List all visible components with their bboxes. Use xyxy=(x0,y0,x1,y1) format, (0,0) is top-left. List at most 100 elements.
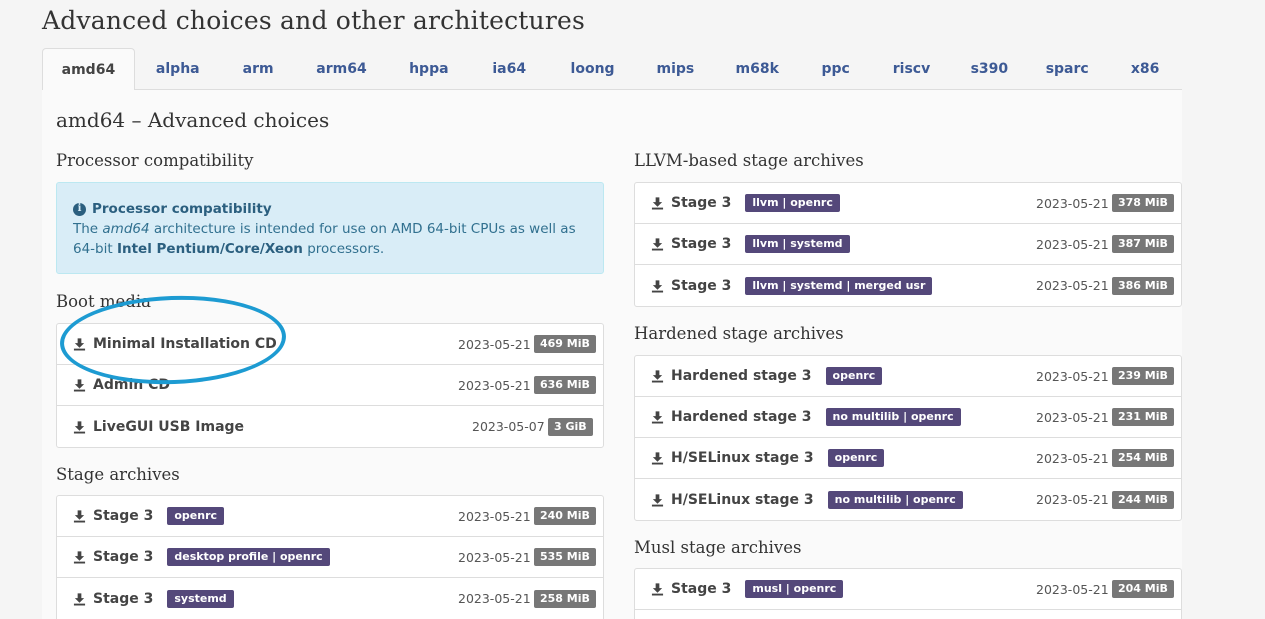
item-name[interactable]: H/SELinux stage 3 xyxy=(671,450,814,466)
list-item[interactable]: Stage 3 openrc 2023-05-21 240 MiB xyxy=(57,496,603,537)
size-badge: 244 MiB xyxy=(1112,490,1174,509)
download-icon xyxy=(73,551,86,564)
list-item[interactable]: Stage 3 musl | openrc 2023-05-21 204 MiB xyxy=(635,569,1181,610)
hardened-archives-list: Hardened stage 3 openrc 2023-05-21 239 M… xyxy=(634,355,1182,521)
list-item[interactable]: Stage 3 llvm | systemd | merged usr 2023… xyxy=(635,265,1181,306)
list-item[interactable]: H/SELinux stage 3 openrc 2023-05-21 254 … xyxy=(635,438,1181,479)
list-item[interactable]: Hardened stage 3 no multilib | openrc 20… xyxy=(635,397,1181,438)
download-icon xyxy=(651,411,664,424)
architecture-tabs: amd64 alpha arm arm64 hppa ia64 loong mi… xyxy=(42,48,1182,91)
item-name[interactable]: Stage 3 xyxy=(93,508,153,524)
alert-text: The xyxy=(73,221,103,237)
item-name[interactable]: H/SELinux stage 3 xyxy=(671,492,814,508)
download-icon xyxy=(73,338,86,351)
tab-amd64[interactable]: amd64 xyxy=(42,48,135,91)
variant-tag: systemd xyxy=(167,589,234,608)
hardened-archives-title: Hardened stage archives xyxy=(634,324,844,343)
item-date: 2023-05-21 xyxy=(458,591,531,606)
size-badge: 204 MiB xyxy=(1112,580,1174,598)
item-name[interactable]: Admin CD xyxy=(93,377,170,393)
tab-alpha[interactable]: alpha xyxy=(135,48,221,90)
size-badge: 254 MiB xyxy=(1112,449,1174,467)
boot-media-title: Boot media xyxy=(56,292,151,311)
download-icon xyxy=(73,592,86,605)
download-icon xyxy=(651,238,664,251)
variant-tag: openrc xyxy=(825,367,883,385)
tab-riscv[interactable]: riscv xyxy=(871,48,953,90)
tab-sparc[interactable]: sparc xyxy=(1026,48,1108,90)
download-icon xyxy=(73,510,86,523)
tab-ppc[interactable]: ppc xyxy=(801,48,871,90)
tab-ia64[interactable]: ia64 xyxy=(470,48,548,90)
item-name[interactable]: Stage 3 xyxy=(671,278,731,294)
list-item[interactable]: LiveGUI USB Image 2023-05-07 3 GiB xyxy=(57,406,603,447)
alert-body: The amd64 architecture is intended for u… xyxy=(73,219,587,259)
stage-archives-list: Stage 3 openrc 2023-05-21 240 MiB Stage … xyxy=(56,495,604,619)
list-item[interactable]: Hardened stage 3 openrc 2023-05-21 239 M… xyxy=(635,356,1181,397)
item-date: 2023-05-21 xyxy=(1036,236,1109,252)
variant-tag: desktop profile | openrc xyxy=(167,548,330,566)
download-icon xyxy=(651,583,664,596)
size-badge: 258 MiB xyxy=(534,589,596,608)
musl-archives-title: Musl stage archives xyxy=(634,538,802,557)
item-date: 2023-05-21 xyxy=(1036,368,1109,384)
item-name[interactable]: Hardened stage 3 xyxy=(671,409,812,425)
item-name[interactable]: Stage 3 xyxy=(671,581,731,597)
stage-archives-title: Stage archives xyxy=(56,465,180,484)
size-badge: 239 MiB xyxy=(1112,367,1174,385)
processor-compat-title: Processor compatibility xyxy=(56,151,254,170)
download-icon xyxy=(73,379,86,392)
list-item[interactable]: Stage 3 systemd 2023-05-21 258 MiB xyxy=(57,578,603,619)
size-badge: 240 MiB xyxy=(534,507,596,525)
tab-mips[interactable]: mips xyxy=(637,48,714,90)
item-date: 2023-05-21 xyxy=(458,377,531,393)
tab-x86[interactable]: x86 xyxy=(1108,48,1182,90)
tab-hppa[interactable]: hppa xyxy=(387,48,470,90)
download-icon xyxy=(651,197,664,210)
item-name[interactable]: Stage 3 xyxy=(93,549,153,565)
tab-s390[interactable]: s390 xyxy=(952,48,1026,90)
processor-compat-alert: i Processor compatibility The amd64 arch… xyxy=(56,182,604,274)
size-badge: 3 GiB xyxy=(548,417,593,436)
alert-text-end: processors. xyxy=(302,241,385,257)
variant-tag: openrc xyxy=(827,449,885,467)
item-name[interactable]: LiveGUI USB Image xyxy=(93,419,244,435)
item-name[interactable]: Stage 3 xyxy=(671,236,731,252)
download-icon xyxy=(651,370,664,383)
item-date: 2023-05-21 xyxy=(458,549,531,565)
item-date: 2023-05-21 xyxy=(1036,492,1109,507)
tab-arm64[interactable]: arm64 xyxy=(296,48,388,90)
tab-arm[interactable]: arm xyxy=(221,48,296,90)
item-name[interactable]: Hardened stage 3 xyxy=(671,368,812,384)
item-name[interactable]: Minimal Installation CD xyxy=(93,336,277,352)
item-date: 2023-05-21 xyxy=(1036,450,1109,466)
alert-title: Processor compatibility xyxy=(92,201,272,217)
tab-m68k[interactable]: m68k xyxy=(714,48,801,90)
download-icon xyxy=(651,493,664,506)
alert-cpu-names: Intel Pentium/Core/Xeon xyxy=(116,241,303,257)
item-date: 2023-05-07 xyxy=(472,419,545,434)
variant-tag: llvm | systemd | merged usr xyxy=(745,276,933,295)
page-title: Advanced choices and other architectures xyxy=(42,6,586,35)
list-item[interactable]: Stage 3 llvm | openrc 2023-05-21 378 MiB xyxy=(635,183,1181,224)
item-name[interactable]: Stage 3 xyxy=(93,591,153,607)
list-item[interactable]: H/SELinux stage 3 no multilib | openrc 2… xyxy=(635,479,1181,520)
list-item[interactable]: Admin CD 2023-05-21 636 MiB xyxy=(57,365,603,406)
llvm-archives-title: LLVM-based stage archives xyxy=(634,151,864,170)
size-badge: 636 MiB xyxy=(534,376,596,394)
alert-arch: amd64 xyxy=(102,221,150,237)
size-badge: 386 MiB xyxy=(1112,276,1174,295)
item-date: 2023-05-21 xyxy=(1036,195,1109,211)
item-name[interactable]: Stage 3 xyxy=(671,195,731,211)
variant-tag: llvm | openrc xyxy=(745,194,840,212)
list-item[interactable]: Stage 3 llvm | systemd 2023-05-21 387 Mi… xyxy=(635,224,1181,265)
item-date: 2023-05-21 xyxy=(1036,409,1109,425)
size-badge: 378 MiB xyxy=(1112,194,1174,212)
list-item[interactable]: Minimal Installation CD 2023-05-21 469 M… xyxy=(57,324,603,365)
download-icon xyxy=(73,420,86,433)
item-date: 2023-05-21 xyxy=(458,508,531,524)
list-item[interactable]: Stage 3 desktop profile | openrc 2023-05… xyxy=(57,537,603,578)
tab-loong[interactable]: loong xyxy=(548,48,637,90)
item-date: 2023-05-21 xyxy=(458,336,531,352)
size-badge: 387 MiB xyxy=(1112,235,1174,253)
